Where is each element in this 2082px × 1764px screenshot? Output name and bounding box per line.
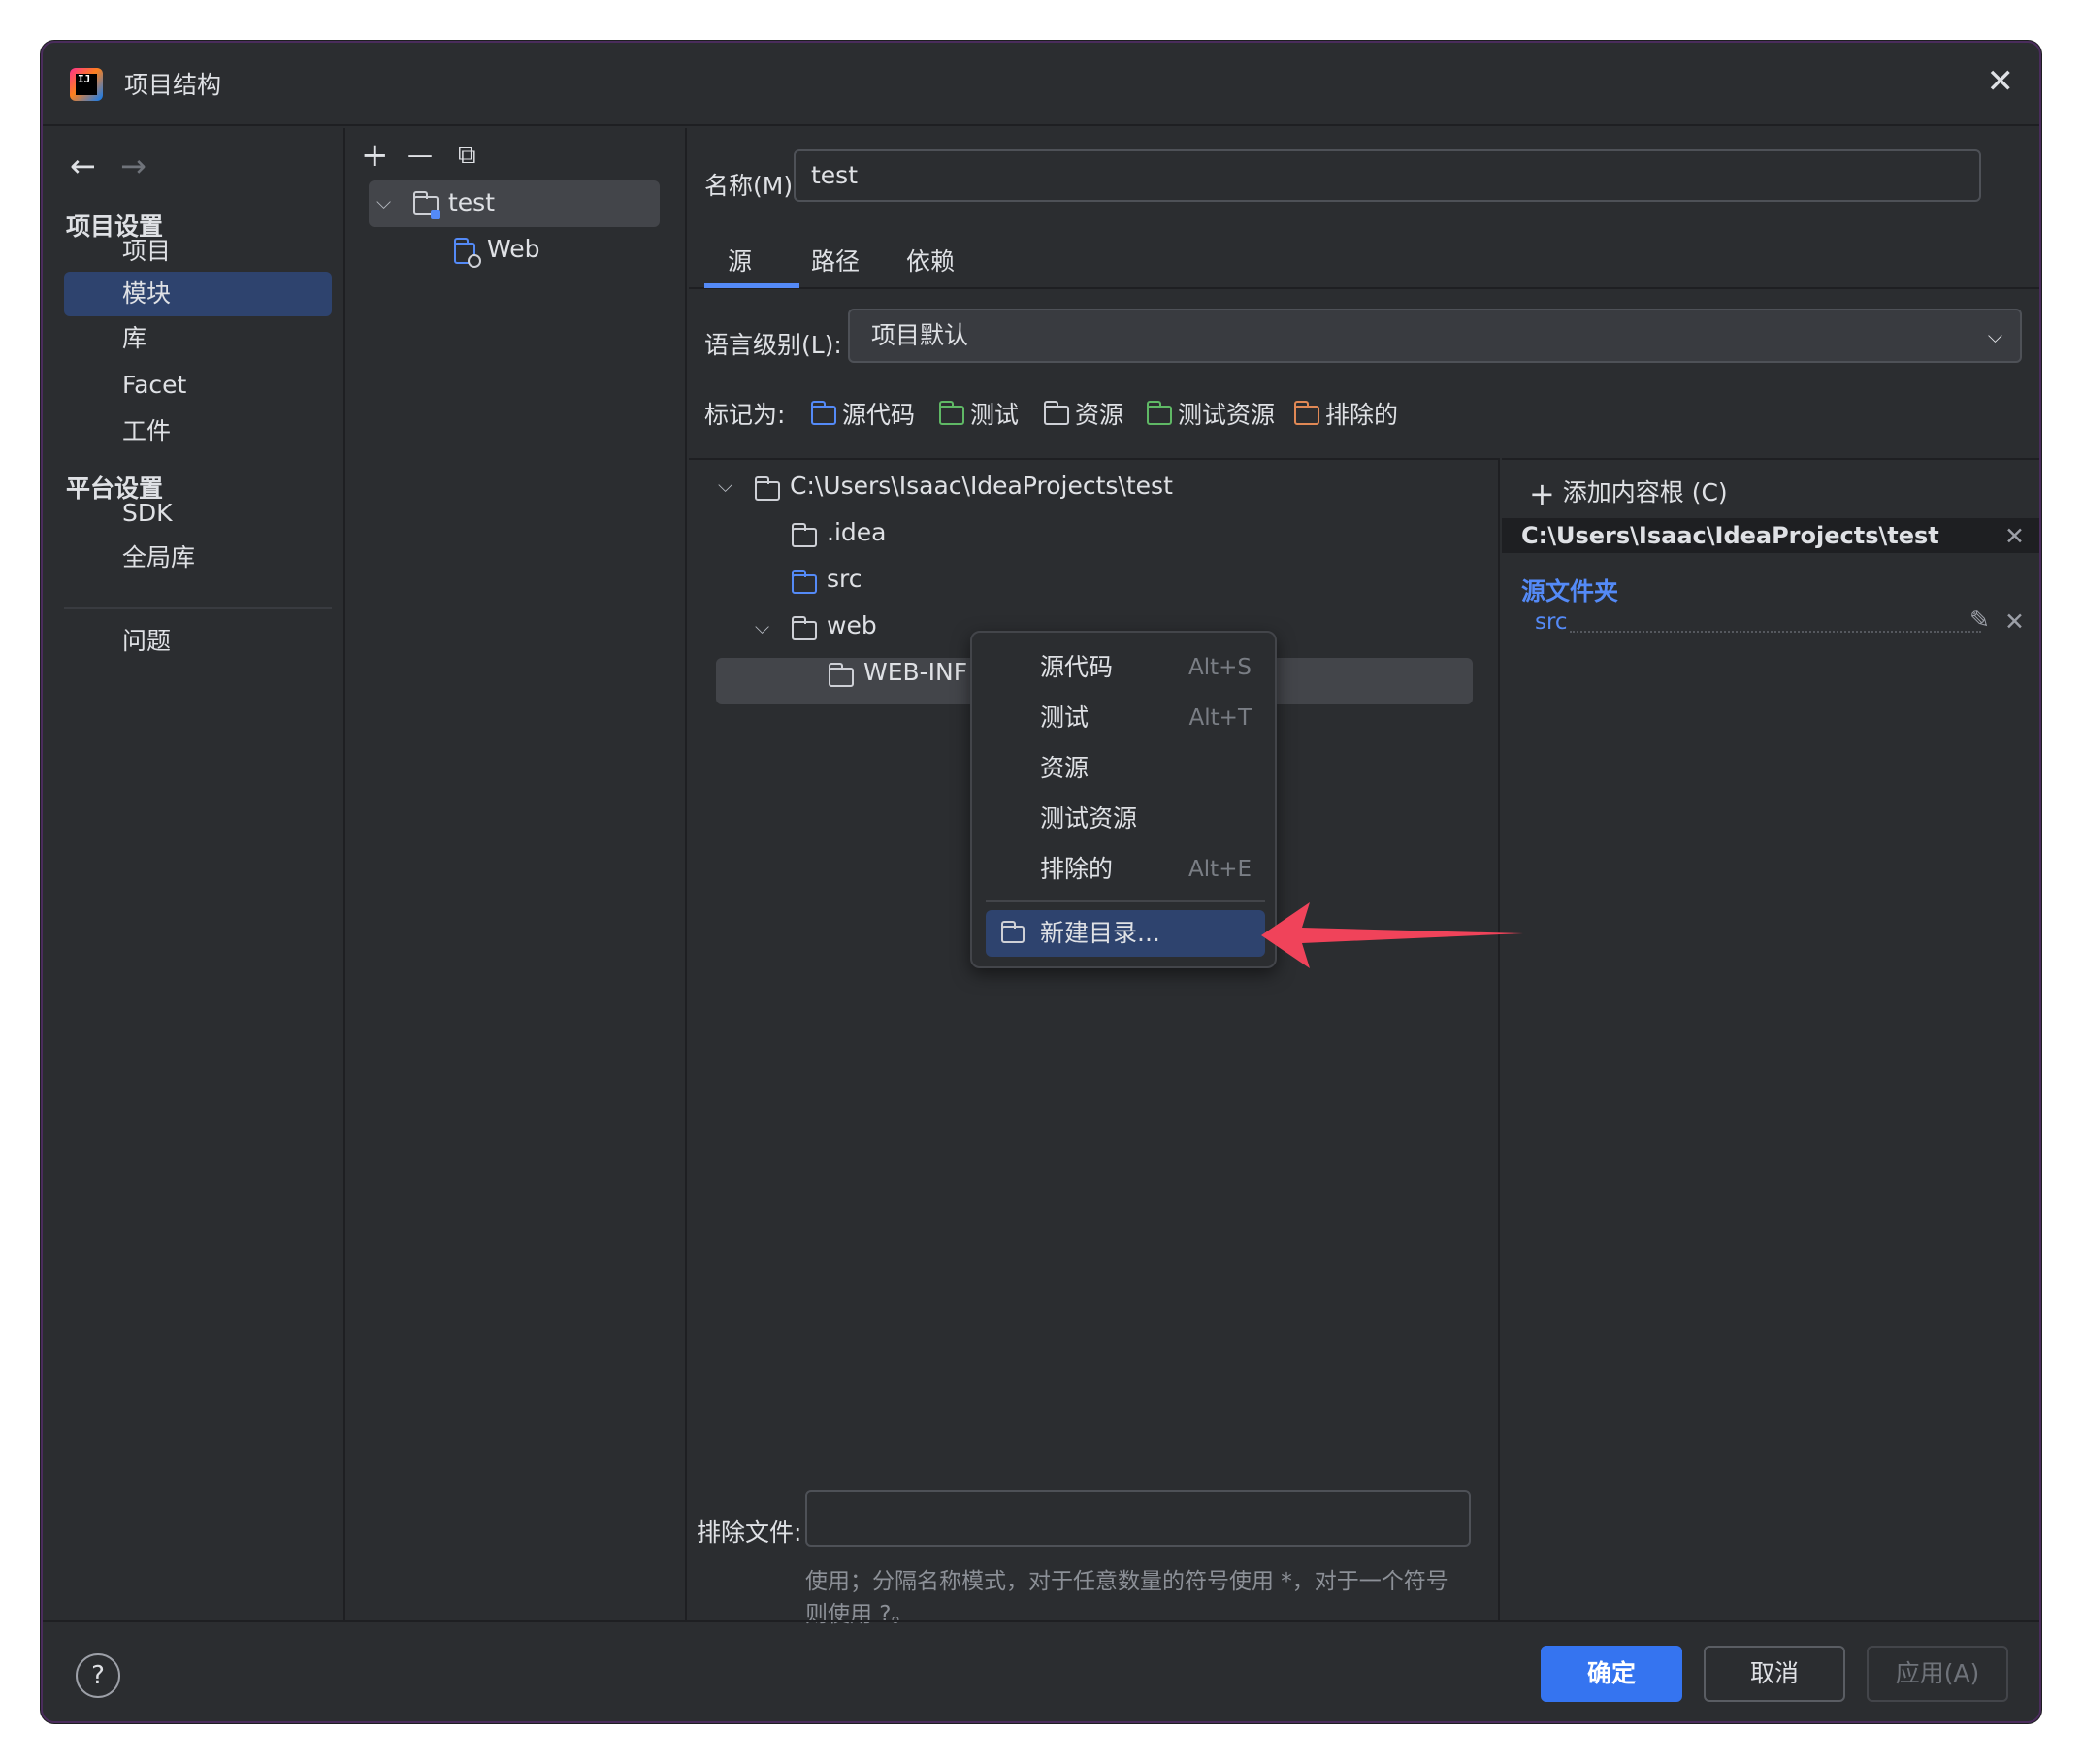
title-bar: IJ 项目结构 ✕: [43, 43, 2039, 126]
source-folders-title: 源文件夹: [1521, 577, 1619, 605]
forward-arrow-icon[interactable]: →: [120, 147, 146, 184]
folder-icon: [791, 616, 817, 640]
apply-button[interactable]: 应用(A): [1867, 1646, 2008, 1702]
exclude-hint-line1: 使用；分隔名称模式，对于任意数量的符号使用 *，对于一个符号: [805, 1569, 1448, 1594]
add-icon[interactable]: +: [361, 136, 389, 175]
mark-as-label: 标记为:: [704, 401, 786, 429]
chevron-down-icon[interactable]: ⌵: [718, 474, 732, 497]
context-menu: 源代码 Alt+S 测试 Alt+T 资源 测试资源 排除的 Alt+E 新建目录..…: [970, 631, 1277, 968]
source-folder-src[interactable]: src: [1535, 609, 1568, 635]
module-content: 名称(M): test 源 路径 依赖 语言级别(L): 项目默认 ⌵ 标记为:…: [689, 128, 2039, 1627]
language-level-select[interactable]: 项目默认 ⌵: [848, 309, 2022, 363]
dotted-leader: [1570, 631, 1981, 633]
exclude-files-input[interactable]: [805, 1490, 1471, 1547]
resource-folder-icon: [1043, 401, 1069, 425]
tree-item-idea[interactable]: .idea: [827, 518, 886, 546]
nav-item-global-libraries[interactable]: 全局库: [64, 536, 332, 580]
annotation-arrow-icon: [1261, 902, 1523, 968]
remove-source-icon[interactable]: ✕: [2004, 607, 2025, 636]
language-level-value: 项目默认: [871, 321, 969, 349]
module-row-test[interactable]: [369, 180, 660, 227]
mark-tests-button[interactable]: 测试: [938, 396, 1019, 431]
folder-icon: [754, 476, 780, 501]
language-level-label: 语言级别(L):: [704, 331, 842, 359]
folder-icon: [791, 523, 817, 547]
nav-item-project[interactable]: 项目: [64, 229, 332, 274]
menu-item-new-directory[interactable]: 新建目录...: [972, 908, 1275, 959]
dialog-footer: ? 确定 取消 应用(A): [43, 1620, 2039, 1721]
tab-paths[interactable]: 路径: [811, 243, 860, 278]
settings-nav: ← → 项目设置 项目 模块 库 Facet 工件 平台设置 SDK 全局库 问…: [43, 128, 345, 1620]
source-folder-icon: [791, 570, 817, 594]
tree-item-web[interactable]: web: [827, 611, 877, 639]
window-title: 项目结构: [124, 71, 222, 99]
modules-panel: + — ⧉ ⌵ test Web: [347, 128, 687, 1620]
module-name[interactable]: test: [448, 188, 495, 216]
module-badge-icon: [431, 210, 440, 219]
mark-resources-button[interactable]: 资源: [1043, 396, 1123, 431]
name-label: 名称(M):: [704, 172, 801, 200]
tab-bar: 源 路径 依赖: [689, 233, 2039, 289]
ok-button[interactable]: 确定: [1541, 1646, 1682, 1702]
facet-name[interactable]: Web: [487, 235, 540, 263]
globe-icon: [468, 254, 481, 268]
nav-item-libraries[interactable]: 库: [64, 316, 332, 361]
nav-item-artifacts[interactable]: 工件: [64, 409, 332, 454]
source-folder-icon: [810, 401, 836, 425]
chevron-down-icon: ⌵: [1987, 324, 2002, 347]
remove-icon[interactable]: —: [407, 136, 433, 175]
tab-dependencies[interactable]: 依赖: [906, 243, 955, 278]
content-root-path: C:\Users\Isaac\IdeaProjects\test: [1521, 522, 1939, 549]
menu-item-test-resources[interactable]: 测试资源: [972, 794, 1275, 844]
nav-item-sdk[interactable]: SDK: [64, 491, 332, 536]
tree-item-src[interactable]: src: [827, 565, 862, 593]
tab-sources[interactable]: 源: [728, 243, 752, 278]
excluded-folder-icon: [1293, 401, 1319, 425]
module-name-input[interactable]: test: [794, 149, 1981, 202]
nav-item-modules[interactable]: 模块: [64, 272, 332, 316]
menu-separator: [986, 900, 1265, 902]
tree-item-web-inf[interactable]: WEB-INF: [863, 658, 967, 686]
menu-item-sources[interactable]: 源代码 Alt+S: [972, 642, 1275, 693]
back-arrow-icon[interactable]: ←: [70, 147, 96, 184]
intellij-logo-icon: IJ: [70, 68, 103, 101]
mark-excluded-button[interactable]: 排除的: [1293, 396, 1398, 431]
content-root-pane: + 添加内容根 (C) C:\Users\Isaac\IdeaProjects\…: [1502, 458, 2039, 1620]
nav-divider: [64, 607, 332, 609]
folder-icon: [828, 663, 854, 687]
add-content-root-button[interactable]: + 添加内容根 (C): [1529, 474, 1728, 512]
menu-item-tests[interactable]: 测试 Alt+T: [972, 693, 1275, 743]
nav-item-problems[interactable]: 问题: [64, 619, 332, 664]
tree-root-path[interactable]: C:\Users\Isaac\IdeaProjects\test: [790, 472, 1173, 500]
edit-pencil-icon[interactable]: ✎: [1969, 605, 1990, 634]
copy-icon[interactable]: ⧉: [458, 136, 476, 175]
mark-sources-button[interactable]: 源代码: [810, 396, 915, 431]
test-folder-icon: [938, 401, 964, 425]
mark-test-resources-button[interactable]: 测试资源: [1146, 396, 1275, 431]
menu-item-excluded[interactable]: 排除的 Alt+E: [972, 844, 1275, 895]
test-resource-folder-icon: [1146, 401, 1172, 425]
chevron-down-icon[interactable]: ⌵: [755, 615, 769, 638]
nav-item-facets[interactable]: Facet: [64, 363, 332, 408]
chevron-down-icon[interactable]: ⌵: [376, 190, 391, 213]
cancel-button[interactable]: 取消: [1704, 1646, 1845, 1702]
remove-root-icon[interactable]: ✕: [2004, 522, 2025, 550]
help-icon[interactable]: ?: [76, 1653, 120, 1698]
exclude-files-label: 排除文件:: [697, 1519, 802, 1547]
active-tab-indicator: [704, 283, 799, 288]
close-icon[interactable]: ✕: [1987, 64, 2015, 99]
add-icon: +: [1529, 475, 1555, 512]
menu-item-resources[interactable]: 资源: [972, 743, 1275, 794]
